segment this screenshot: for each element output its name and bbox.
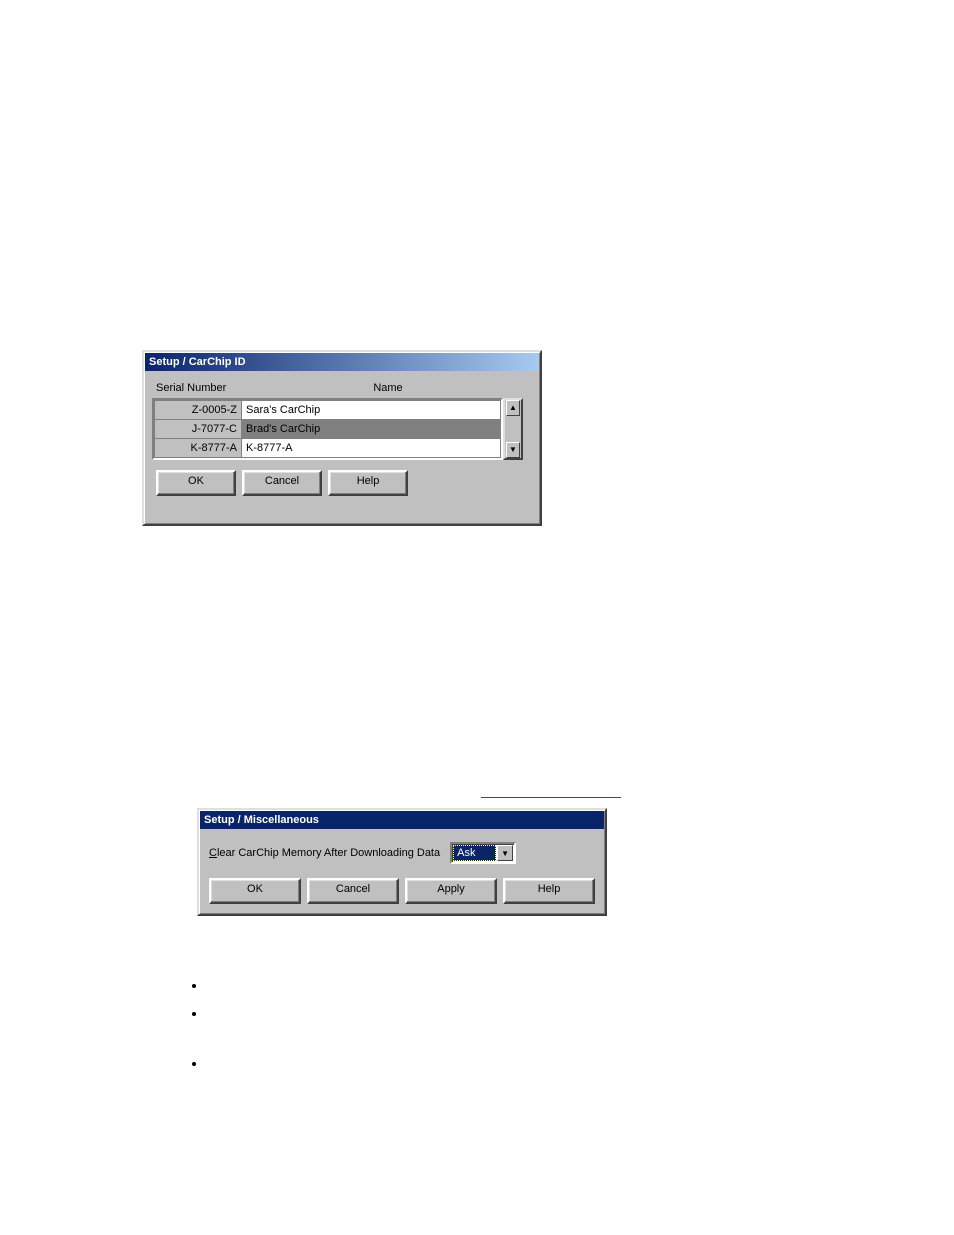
table-row[interactable]: J-7077-C Brad's CarChip — [155, 420, 501, 439]
header-serial: Serial Number — [152, 382, 244, 394]
apply-button[interactable]: Apply — [405, 878, 497, 904]
cell-name[interactable]: Brad's CarChip — [242, 420, 501, 439]
ok-button[interactable]: OK — [156, 470, 236, 496]
doc-bullet-list — [152, 971, 206, 1077]
grid-scrollbar[interactable]: ▲ ▼ — [503, 398, 523, 460]
clear-memory-option: Clear CarChip Memory After Downloading D… — [209, 842, 595, 864]
dialog1-buttons: OK Cancel Help — [152, 470, 532, 496]
chevron-down-icon[interactable]: ▼ — [497, 845, 513, 861]
cell-name[interactable]: K-8777-A — [242, 439, 501, 458]
dialog2-title: Setup / Miscellaneous — [204, 814, 319, 826]
carchip-grid[interactable]: Z-0005-Z Sara's CarChip J-7077-C Brad's … — [152, 398, 503, 460]
dialog1-body: Serial Number Name Z-0005-Z Sara's CarCh… — [144, 372, 540, 504]
dialog1-titlebar[interactable]: Setup / CarChip ID — [145, 353, 539, 371]
cancel-button[interactable]: Cancel — [307, 878, 399, 904]
cell-serial[interactable]: K-8777-A — [155, 439, 242, 458]
grid-headers: Serial Number Name — [152, 382, 532, 394]
dialog-carchip-id: Setup / CarChip ID Serial Number Name Z-… — [142, 350, 542, 526]
table-row[interactable]: K-8777-A K-8777-A — [155, 439, 501, 458]
dialog-miscellaneous: Setup / Miscellaneous Clear CarChip Memo… — [197, 808, 607, 916]
help-button[interactable]: Help — [503, 878, 595, 904]
clear-memory-label: Clear CarChip Memory After Downloading D… — [209, 847, 440, 859]
clear-memory-label-text: lear CarChip Memory After Downloading Da… — [217, 847, 440, 859]
ok-button[interactable]: OK — [209, 878, 301, 904]
scroll-up-icon[interactable]: ▲ — [506, 400, 520, 416]
dialog2-buttons: OK Cancel Apply Help — [209, 878, 595, 904]
mnemonic-underline: C — [209, 847, 217, 859]
hyperlink-underline — [481, 797, 621, 798]
scroll-down-icon[interactable]: ▼ — [506, 442, 520, 458]
cell-serial[interactable]: J-7077-C — [155, 420, 242, 439]
header-name: Name — [244, 382, 532, 394]
help-button[interactable]: Help — [328, 470, 408, 496]
dialog2-body: Clear CarChip Memory After Downloading D… — [199, 830, 605, 912]
dropdown-value[interactable]: Ask — [453, 845, 496, 861]
cancel-button[interactable]: Cancel — [242, 470, 322, 496]
dialog1-title: Setup / CarChip ID — [149, 356, 246, 368]
dialog2-titlebar[interactable]: Setup / Miscellaneous — [200, 811, 604, 829]
cell-name[interactable]: Sara's CarChip — [242, 401, 501, 420]
clear-memory-dropdown[interactable]: Ask ▼ — [450, 842, 516, 864]
grid-wrap: Z-0005-Z Sara's CarChip J-7077-C Brad's … — [152, 398, 532, 460]
table-row[interactable]: Z-0005-Z Sara's CarChip — [155, 401, 501, 420]
cell-serial[interactable]: Z-0005-Z — [155, 401, 242, 420]
